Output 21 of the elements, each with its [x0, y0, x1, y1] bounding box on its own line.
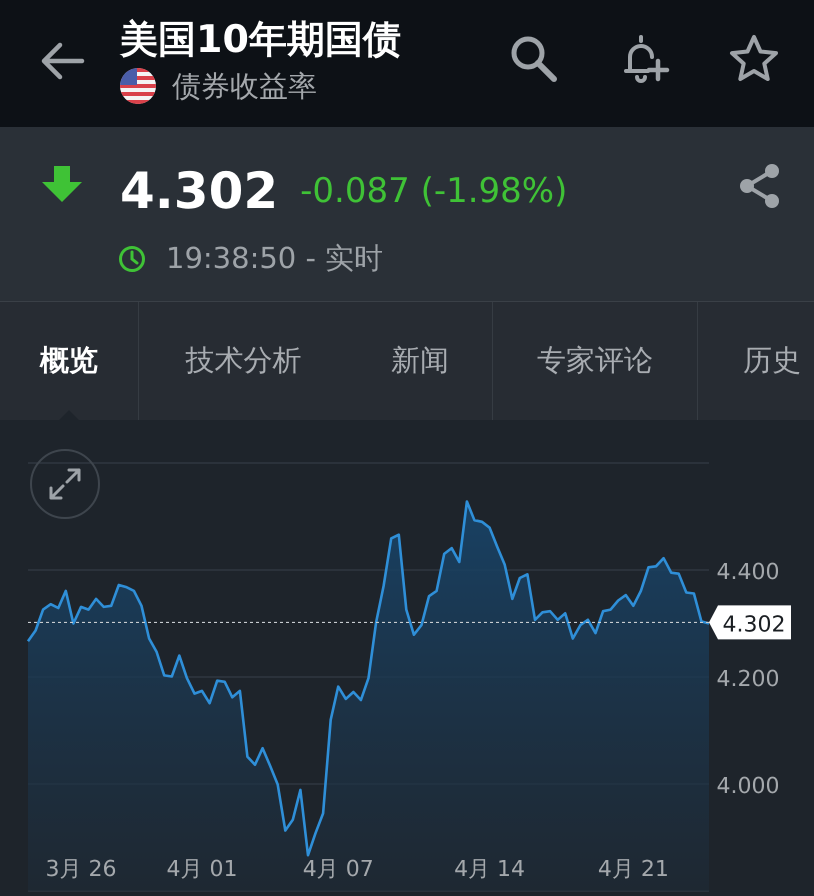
- x-axis-label: 4月 07: [302, 857, 374, 882]
- y-axis-label: 4.400: [716, 560, 780, 585]
- clock-icon: [118, 245, 146, 273]
- x-axis-label: 4月 14: [454, 857, 526, 882]
- share-icon[interactable]: [738, 163, 782, 209]
- current-price-tag: 4.302: [709, 605, 791, 640]
- subtitle: 债券收益率: [172, 68, 317, 104]
- update-time: 19:38:50 - 实时: [166, 240, 384, 277]
- tab[interactable]: 新闻: [348, 302, 492, 420]
- x-axis-label: 4月 01: [166, 857, 238, 882]
- expand-button[interactable]: [30, 449, 100, 519]
- ref-line-label: 4.302: [722, 612, 786, 638]
- price-change: -0.087 (-1.98%): [300, 171, 568, 211]
- x-axis-label: 4月 21: [598, 857, 669, 882]
- expand-icon: [47, 466, 83, 502]
- y-axis-label: 4.000: [716, 774, 780, 799]
- flag-icon: [120, 68, 156, 104]
- page-title: 美国10年期国债: [120, 16, 402, 62]
- x-axis-label: 3月 26: [45, 857, 116, 882]
- price-value: 4.302: [120, 162, 278, 220]
- y-axis-label: 4.200: [716, 667, 780, 692]
